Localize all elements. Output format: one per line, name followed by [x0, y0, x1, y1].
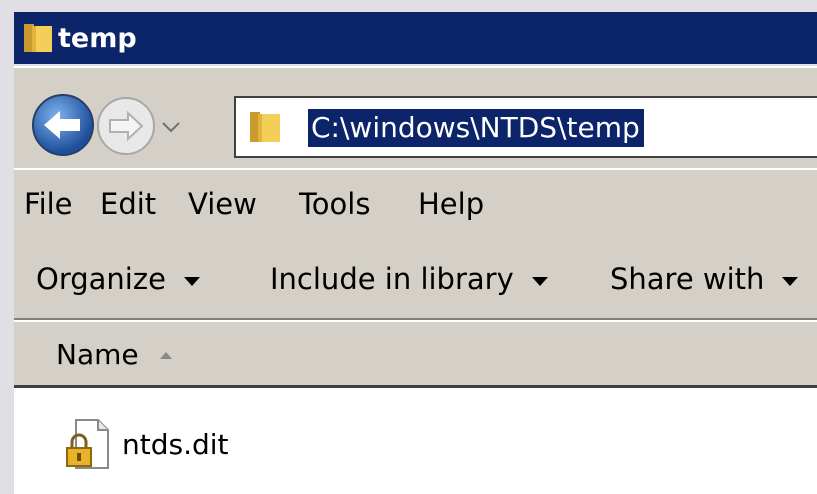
- menu-file[interactable]: File: [24, 184, 73, 224]
- command-bar: Organize Include in library Share with: [14, 242, 817, 320]
- forward-arrow-icon[interactable]: [94, 94, 158, 158]
- file-name: ntds.dit: [122, 428, 229, 461]
- organize-label: Organize: [36, 262, 166, 296]
- back-arrow-icon[interactable]: [30, 92, 96, 158]
- list-item[interactable]: ntds.dit: [64, 418, 294, 470]
- include-in-library-label: Include in library: [270, 262, 514, 296]
- menu-bar: File Edit View Tools Help: [14, 168, 817, 244]
- column-header: Name: [14, 320, 817, 388]
- share-with-button[interactable]: Share with: [610, 258, 799, 300]
- address-path-text[interactable]: C:\windows\NTDS\temp: [308, 109, 644, 147]
- address-bar[interactable]: C:\windows\NTDS\temp: [234, 96, 817, 158]
- menu-view[interactable]: View: [188, 184, 257, 224]
- window-title: temp: [58, 22, 137, 54]
- include-in-library-button[interactable]: Include in library: [270, 258, 548, 300]
- folder-icon: [24, 24, 52, 52]
- menu-help[interactable]: Help: [418, 184, 484, 224]
- locked-file-icon: [66, 419, 109, 469]
- dropdown-arrow-icon: [782, 276, 799, 286]
- column-name-header[interactable]: Name: [56, 336, 139, 374]
- chevron-down-icon[interactable]: [160, 118, 182, 136]
- sort-ascending-icon: [160, 352, 172, 359]
- share-with-label: Share with: [610, 262, 765, 296]
- file-list: ntds.dit: [14, 388, 817, 494]
- organize-button[interactable]: Organize: [36, 258, 200, 300]
- menu-edit[interactable]: Edit: [100, 184, 156, 224]
- dropdown-arrow-icon: [183, 276, 200, 286]
- menu-tools[interactable]: Tools: [299, 184, 370, 224]
- navigation-bar: C:\windows\NTDS\temp: [14, 66, 817, 168]
- title-bar[interactable]: temp: [14, 12, 817, 64]
- folder-icon: [250, 112, 280, 142]
- dropdown-arrow-icon: [531, 276, 548, 286]
